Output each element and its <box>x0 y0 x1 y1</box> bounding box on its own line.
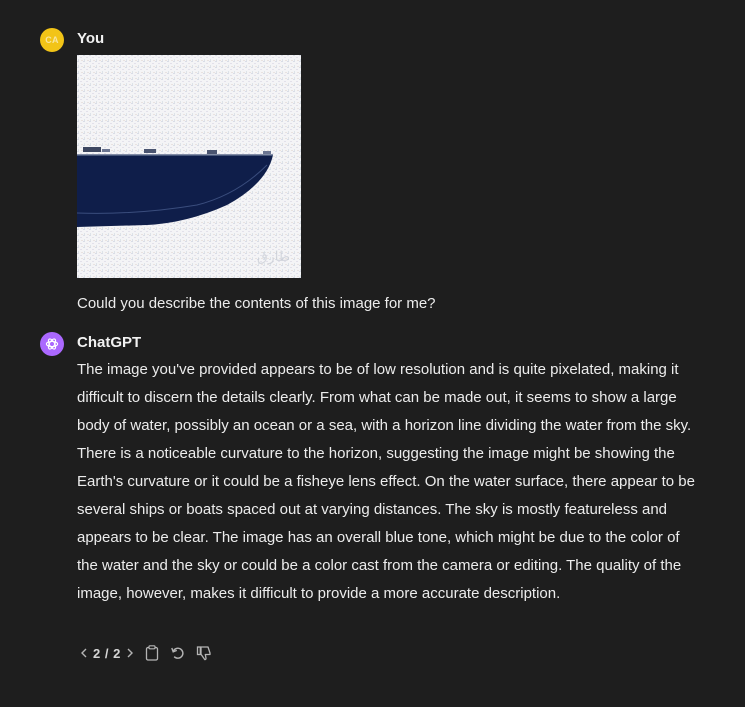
refresh-icon[interactable] <box>167 642 189 664</box>
thumbs-down-icon[interactable] <box>193 642 215 664</box>
response-pager: 2 / 2 <box>93 645 121 661</box>
openai-logo-icon <box>40 332 64 356</box>
message-toolbar: 2 / 2 <box>77 642 215 664</box>
user-avatar: CA <box>40 28 64 52</box>
user-author-name: You <box>77 30 105 47</box>
uploaded-image-graphic: ﻃﺎﺭﻕ <box>77 55 301 278</box>
user-message-text: Could you describe the contents of this … <box>77 295 436 312</box>
clipboard-icon[interactable] <box>141 642 163 664</box>
uploaded-image[interactable]: ﻃﺎﺭﻕ <box>77 55 301 278</box>
chat-page: CA You ﻃﺎﺭﻕ Could you describe the conte… <box>0 0 745 707</box>
assistant-message-text: The image you've provided appears to be … <box>77 361 695 602</box>
chevron-right-icon[interactable] <box>123 643 137 663</box>
chevron-left-icon[interactable] <box>77 643 91 663</box>
assistant-author-name: ChatGPT <box>77 334 142 351</box>
svg-text:ﻃﺎﺭﻕ: ﻃﺎﺭﻕ <box>257 249 290 265</box>
